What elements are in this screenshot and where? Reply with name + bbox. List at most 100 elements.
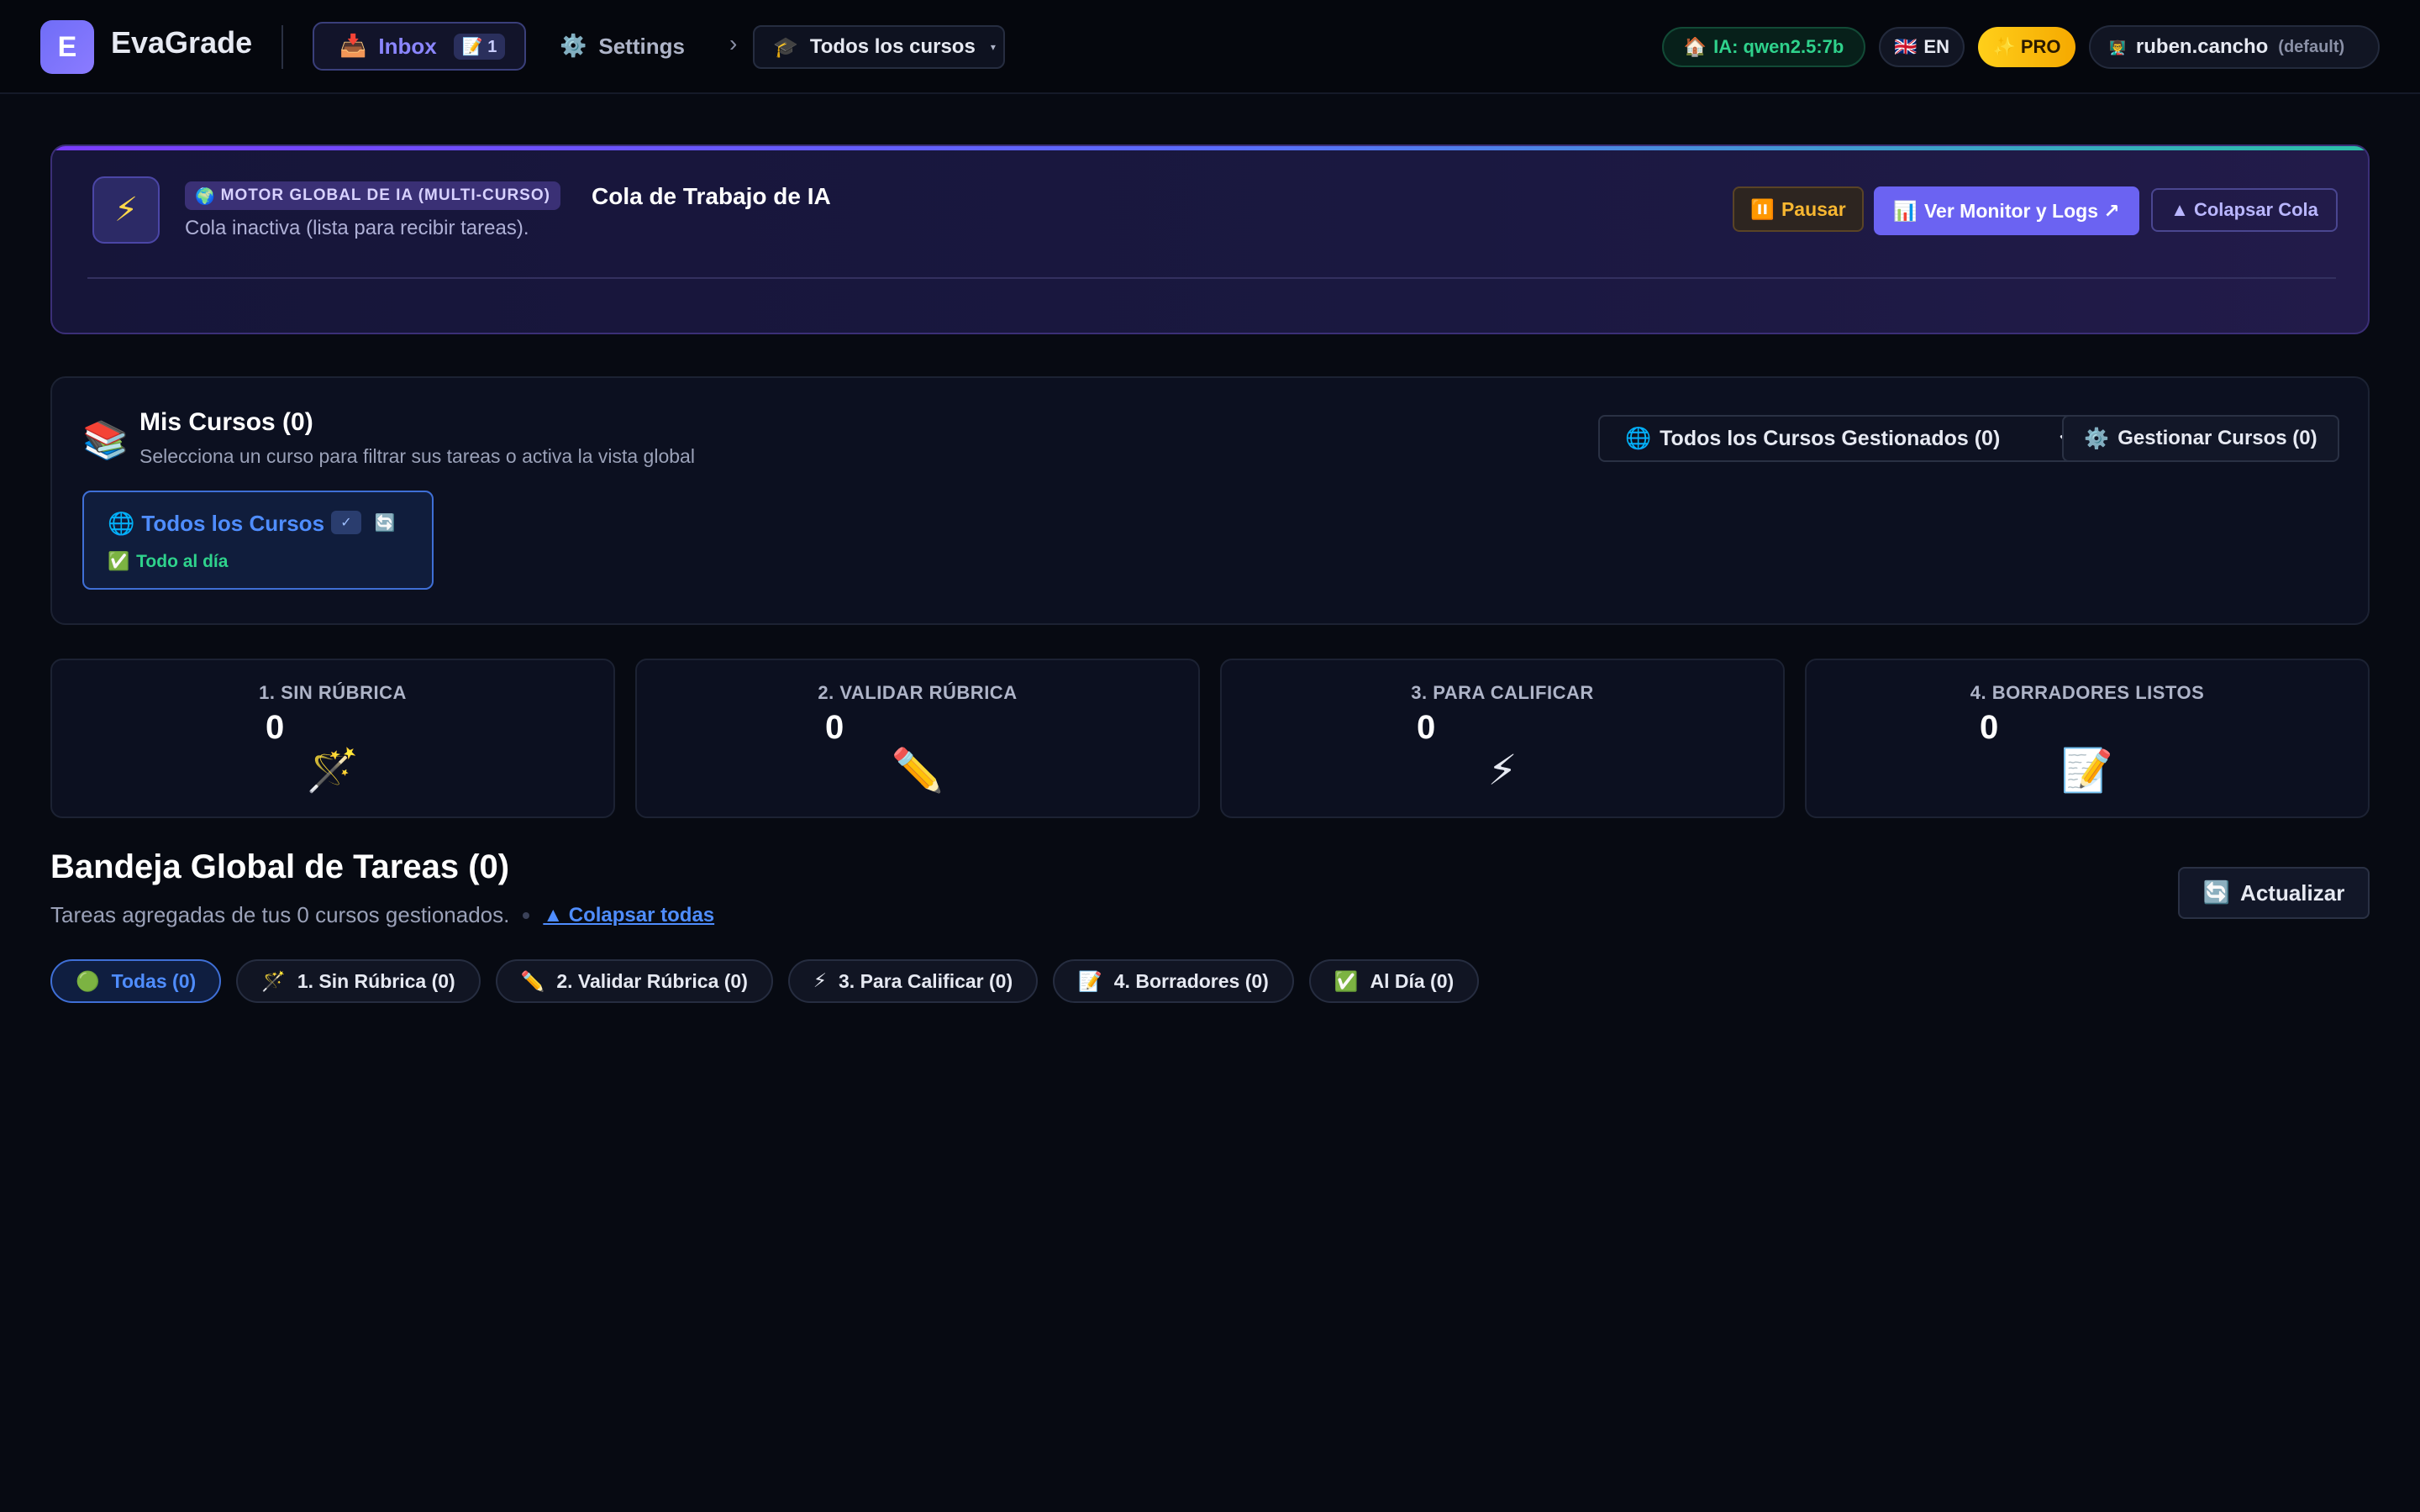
ai-work-queue-panel: ⚡ 🌍 MOTOR GLOBAL DE IA (MULTI-CURSO) Col…: [50, 144, 2370, 334]
queue-engine-tag-label: MOTOR GLOBAL DE IA (MULTI-CURSO): [220, 186, 550, 204]
refresh-label: Actualizar: [2240, 879, 2345, 906]
pro-badge[interactable]: ✨ PRO: [1978, 27, 2075, 67]
course-selector-label: Todos los cursos: [809, 35, 976, 58]
nav-settings-label: Settings: [598, 33, 685, 59]
inbox-icon: 📥: [339, 34, 367, 59]
filter-chip-label: 3. Para Calificar (0): [839, 969, 1013, 992]
filter-chip-label: Al Día (0): [1370, 969, 1455, 992]
filter-chip-label: 2. Validar Rúbrica (0): [556, 969, 748, 992]
queue-accent-line: [52, 146, 2368, 150]
stage-count: 0: [825, 709, 844, 746]
magic-wand-icon: 🪄: [306, 746, 360, 795]
course-selector-dropdown[interactable]: 🎓 Todos los cursos ▾: [753, 25, 1005, 69]
course-card-all[interactable]: 🌐 Todos los Cursos ✓ 🔄 ✅ Todo al día: [82, 491, 434, 590]
globe-icon: 🌍: [195, 186, 216, 206]
app-logo[interactable]: E: [40, 20, 94, 74]
ia-model-label: IA: qwen2.5:7b: [1713, 36, 1844, 57]
managed-courses-select-label: Todos los Cursos Gestionados (0): [1660, 426, 2001, 450]
ia-model-badge[interactable]: 🏠 IA: qwen2.5:7b: [1662, 27, 1865, 67]
refresh-icon[interactable]: 🔄: [371, 511, 398, 534]
stage-card-validar-rubrica[interactable]: 2. VALIDAR RÚBRICA 0 ✏️: [635, 659, 1200, 818]
check-mark-icon: ✅: [108, 551, 130, 571]
green-circle-icon: 🟢: [76, 970, 100, 993]
globe-icon: 🌐: [108, 511, 135, 537]
queue-title: Cola de Trabajo de IA: [592, 183, 831, 209]
magic-wand-icon: 🪄: [261, 970, 286, 993]
filter-chip-borradores[interactable]: 📝 4. Borradores (0): [1053, 959, 1294, 1003]
filter-chip-label: 1. Sin Rúbrica (0): [297, 969, 455, 992]
global-inbox-subtitle-row: Tareas agregadas de tus 0 cursos gestion…: [50, 902, 714, 928]
my-courses-title: Mis Cursos (0): [139, 408, 313, 436]
nav-inbox-button[interactable]: 📥 Inbox 📝 1: [313, 22, 526, 71]
inbox-count: 1: [487, 37, 497, 56]
top-bar: E EvaGrade 📥 Inbox 📝 1 ⚙️ Settings › 🎓 T…: [0, 0, 2420, 94]
filter-chip-all[interactable]: 🟢 Todas (0): [50, 959, 222, 1003]
course-card-status-label: Todo al día: [136, 551, 229, 571]
bar-chart-icon: 📊: [1893, 200, 1918, 223]
sparkles-icon: ✨: [1992, 36, 2016, 58]
stage-label: 2. VALIDAR RÚBRICA: [818, 682, 1018, 703]
pro-label: PRO: [2020, 36, 2061, 57]
breadcrumb-separator: ›: [729, 30, 738, 56]
stage-label: 4. BORRADORES LISTOS: [1970, 682, 2205, 703]
gear-icon: ⚙️: [2084, 427, 2110, 450]
managed-courses-select[interactable]: 🌐 Todos los Cursos Gestionados (0): [1598, 415, 2096, 462]
stage-label: 3. PARA CALIFICAR: [1411, 682, 1594, 703]
filter-chip-label: 4. Borradores (0): [1113, 969, 1269, 992]
pencil-icon: ✏️: [520, 970, 545, 993]
filter-chip-validar-rubrica[interactable]: ✏️ 2. Validar Rúbrica (0): [495, 959, 773, 1003]
filter-chip-sin-rubrica[interactable]: 🪄 1. Sin Rúbrica (0): [236, 959, 481, 1003]
user-profile-tag: (default): [2278, 37, 2345, 56]
manage-courses-button[interactable]: ⚙️ Gestionar Cursos (0): [2062, 415, 2339, 462]
filter-chips: 🟢 Todas (0) 🪄 1. Sin Rúbrica (0) ✏️ 2. V…: [50, 959, 1480, 1003]
nav-settings-button[interactable]: ⚙️ Settings: [560, 22, 685, 71]
nav-inbox-label: Inbox: [378, 33, 437, 59]
pause-icon: ⏸️: [1750, 198, 1775, 221]
books-icon: 📚: [82, 419, 129, 462]
graduation-cap-icon: 🎓: [773, 35, 798, 59]
stage-count: 0: [1980, 709, 1999, 746]
course-card-title-label: Todos los Cursos: [141, 511, 325, 536]
user-name: ruben.cancho: [2135, 35, 2269, 58]
course-card-status: ✅ Todo al día: [108, 551, 228, 572]
view-monitor-logs-label: Ver Monitor y Logs ↗: [1923, 199, 2120, 222]
manage-courses-label: Gestionar Cursos (0): [2118, 427, 2317, 449]
global-inbox-title: Bandeja Global de Tareas (0): [50, 848, 510, 885]
language-switch[interactable]: 🇬🇧 EN: [1879, 27, 1965, 67]
collapse-queue-button[interactable]: ▲ Colapsar Cola: [2151, 188, 2338, 232]
pause-queue-button[interactable]: ⏸️ Pausar: [1733, 186, 1864, 232]
stage-card-borradores-listos[interactable]: 4. BORRADORES LISTOS 0 📝: [1805, 659, 2370, 818]
stage-count: 0: [1417, 709, 1436, 746]
memo-icon: 📝: [1078, 970, 1102, 993]
language-label: EN: [1923, 36, 1949, 57]
pause-label: Pausar: [1781, 197, 1846, 220]
check-mark-icon: ✅: [1334, 970, 1359, 993]
filter-chip-para-calificar[interactable]: ⚡ 3. Para Calificar (0): [787, 959, 1039, 1003]
memo-icon: 📝: [2060, 746, 2114, 795]
filter-chip-al-dia[interactable]: ✅ Al Día (0): [1308, 959, 1480, 1003]
collapse-all-link[interactable]: ▲ Colapsar todas: [543, 904, 714, 927]
header-divider: [281, 25, 283, 69]
separator-dot: [523, 911, 530, 919]
inbox-count-badge: 📝 1: [453, 33, 506, 60]
check-icon[interactable]: ✓: [331, 511, 361, 534]
queue-engine-tag: 🌍 MOTOR GLOBAL DE IA (MULTI-CURSO): [185, 181, 560, 210]
view-monitor-logs-button[interactable]: 📊 Ver Monitor y Logs ↗: [1874, 186, 2139, 235]
refresh-icon: 🔄: [2202, 880, 2231, 906]
my-courses-subtitle: Selecciona un curso para filtrar sus tar…: [139, 445, 695, 467]
user-menu[interactable]: 👨‍🏫 ruben.cancho (default): [2089, 25, 2380, 69]
house-icon: 🏠: [1683, 36, 1707, 58]
lightning-icon: ⚡: [813, 970, 828, 992]
queue-status-text: Cola inactiva (lista para recibir tareas…: [185, 217, 529, 239]
memo-icon: 📝: [461, 35, 483, 56]
stage-card-sin-rubrica[interactable]: 1. SIN RÚBRICA 0 🪄: [50, 659, 615, 818]
stage-count: 0: [266, 709, 285, 746]
app-name[interactable]: EvaGrade: [111, 25, 252, 60]
global-inbox-subtitle: Tareas agregadas de tus 0 cursos gestion…: [50, 902, 510, 927]
teacher-avatar-icon: 👨‍🏫: [2109, 39, 2126, 55]
stage-card-para-calificar[interactable]: 3. PARA CALIFICAR 0 ⚡: [1220, 659, 1785, 818]
refresh-button[interactable]: 🔄 Actualizar: [2178, 867, 2370, 919]
course-card-title: 🌐 Todos los Cursos: [108, 511, 324, 537]
lightning-icon: ⚡: [92, 176, 160, 244]
pencil-icon: ✏️: [891, 746, 944, 795]
